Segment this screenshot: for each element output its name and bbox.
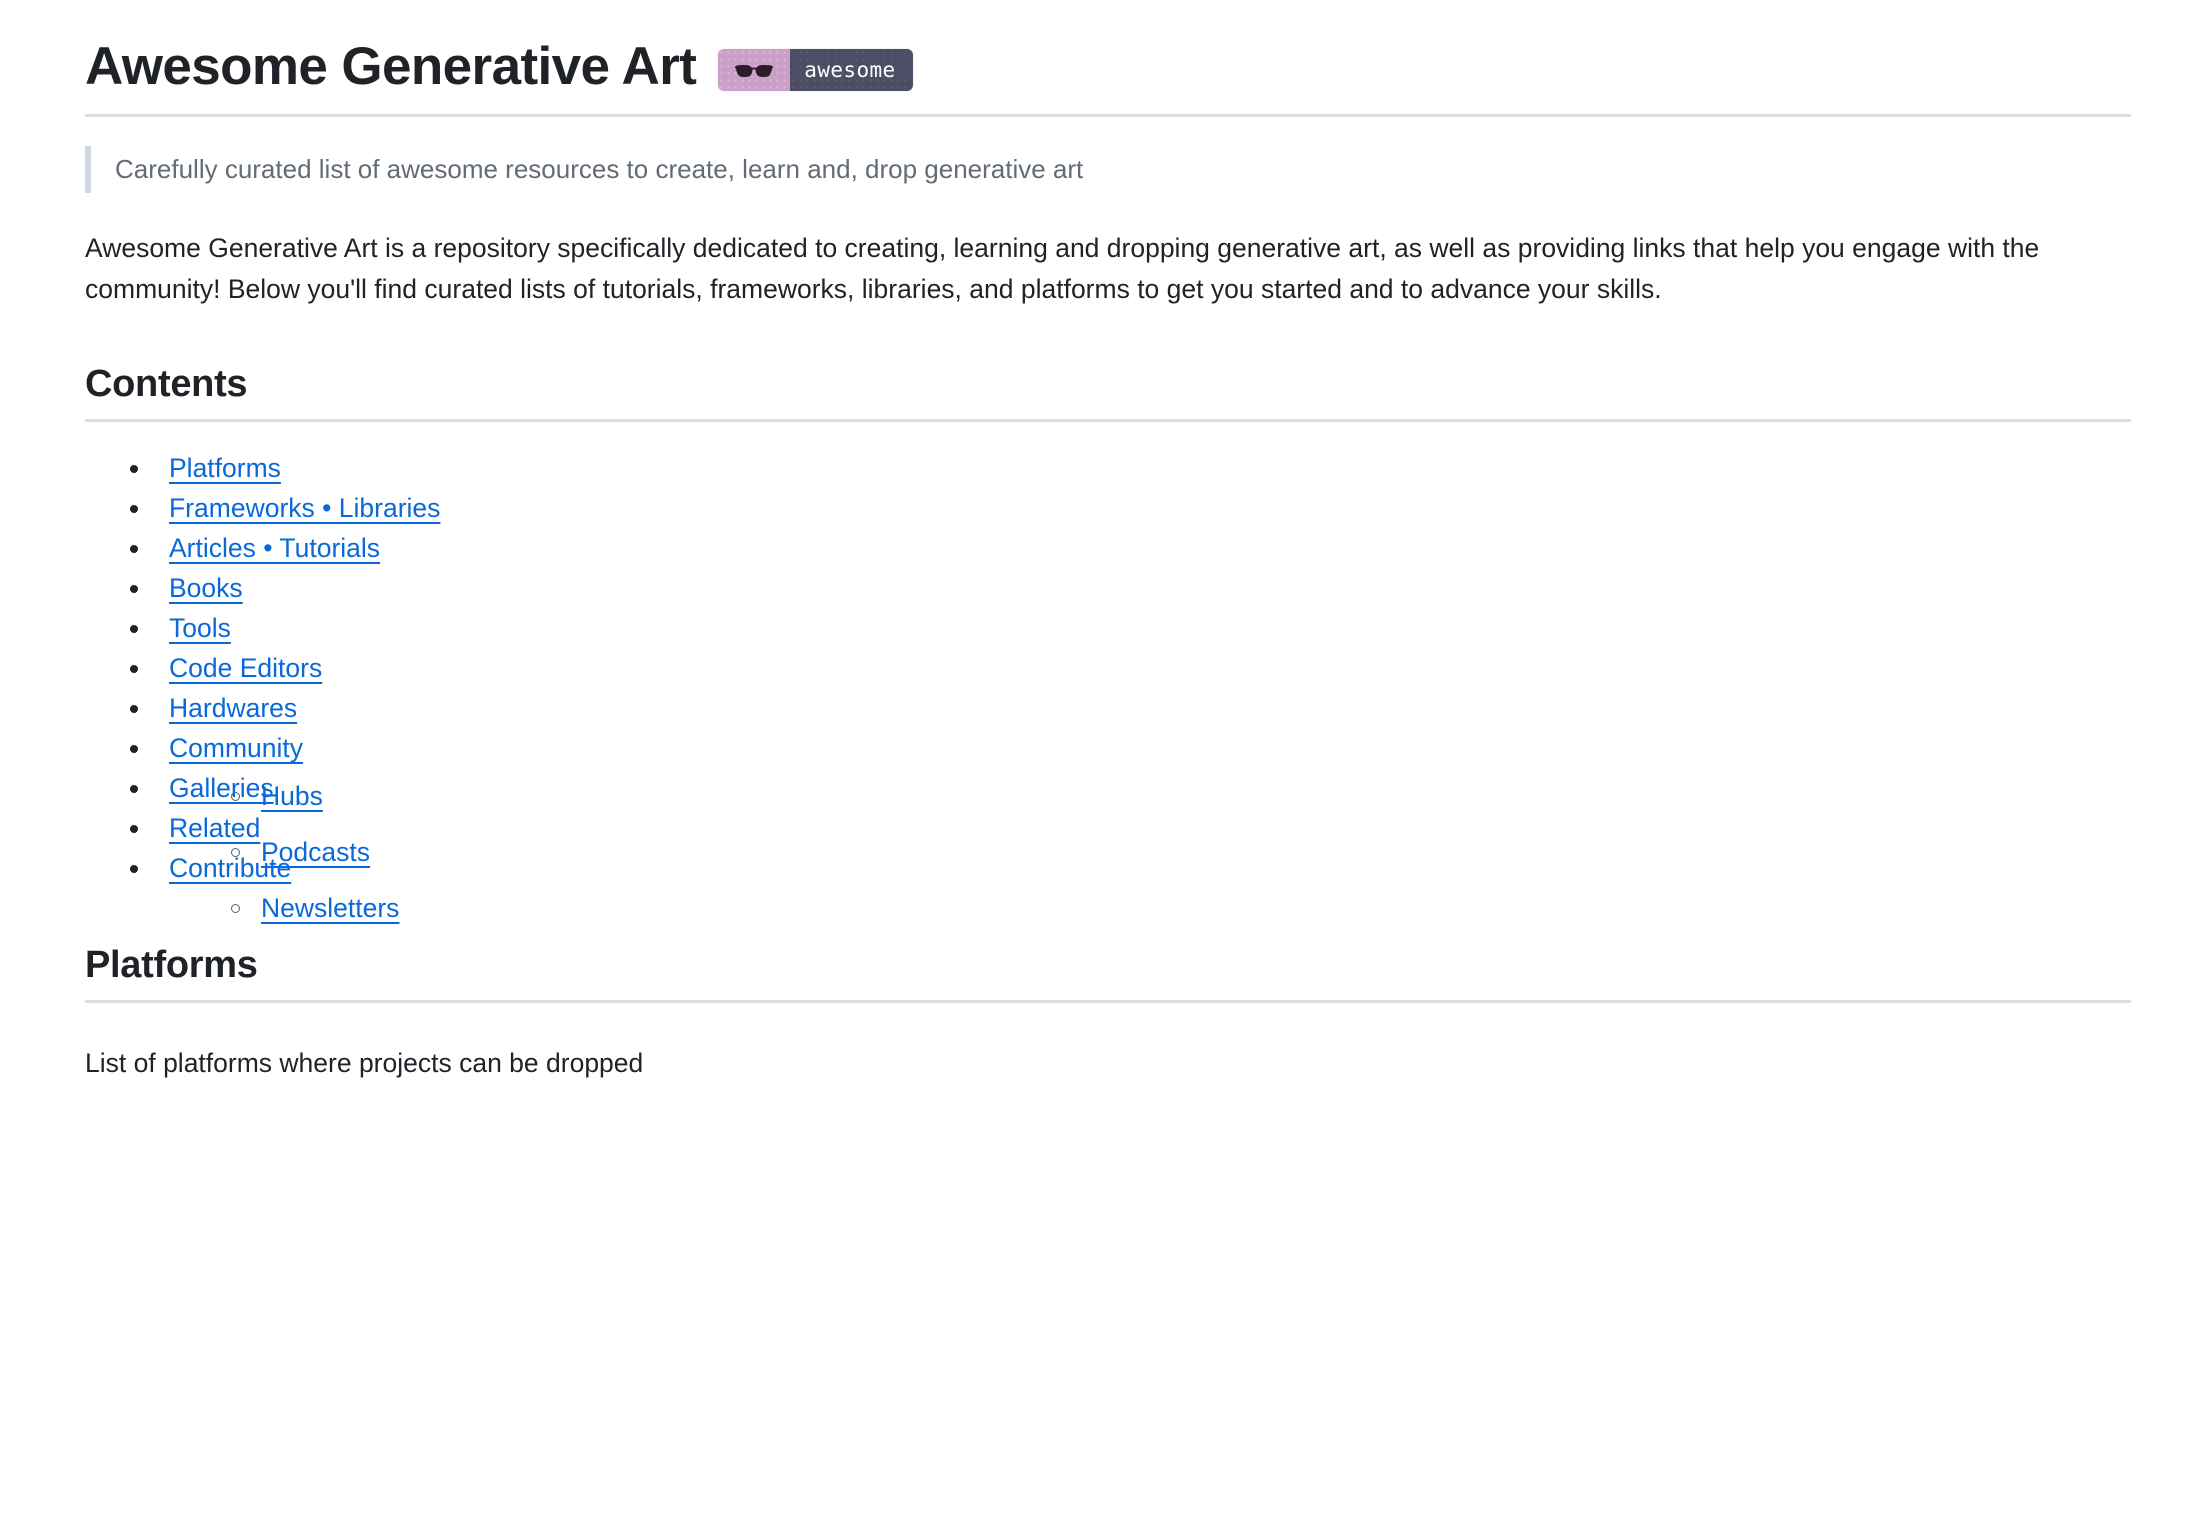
sunglasses-icon	[735, 65, 774, 78]
list-item[interactable]: Platforms	[130, 448, 2132, 488]
list-item[interactable]: Related	[130, 808, 2132, 848]
toc-link-books[interactable]: Books	[169, 573, 243, 603]
list-item[interactable]: Community Hubs Podcasts Newsletters	[130, 728, 2132, 923]
page-title: Awesome Generative Art	[85, 37, 697, 96]
platforms-divider	[85, 1000, 2131, 1004]
platforms-heading: Platforms	[85, 944, 258, 987]
awesome-badge-icon-area	[718, 49, 791, 92]
title-row: Awesome Generative Art awesome	[85, 34, 2132, 114]
contents-list: Platforms Frameworks • Libraries Article…	[85, 448, 2132, 923]
list-item[interactable]: Contribute	[130, 848, 2132, 888]
toc-link-contribute[interactable]: Contribute	[169, 853, 291, 883]
awesome-badge-label: awesome	[804, 57, 896, 82]
awesome-badge[interactable]: awesome	[718, 49, 913, 92]
readme-page: Awesome Generative Art awesome Carefully…	[0, 0, 2192, 1084]
toc-link-related[interactable]: Related	[169, 813, 260, 843]
toc-link-newsletters[interactable]: Newsletters	[261, 893, 399, 923]
list-item[interactable]: Newsletters	[231, 880, 2132, 936]
intro-paragraph: Awesome Generative Art is a repository s…	[85, 232, 2040, 305]
awesome-badge-label-area: awesome	[790, 49, 913, 92]
toc-link-hardwares[interactable]: Hardwares	[169, 693, 297, 723]
contents-divider	[85, 419, 2131, 423]
toc-link-tools[interactable]: Tools	[169, 613, 231, 643]
list-item[interactable]: Articles • Tutorials	[130, 528, 2132, 568]
toc-link-platforms[interactable]: Platforms	[169, 453, 281, 483]
toc-community-row[interactable]: Community	[169, 728, 2132, 768]
title-divider	[85, 114, 2131, 118]
list-item[interactable]: Books	[130, 568, 2132, 608]
tagline-blockquote: Carefully curated list of awesome resour…	[85, 146, 2132, 193]
toc-link-code-editors[interactable]: Code Editors	[169, 653, 322, 683]
toc-link-articles-tutorials[interactable]: Articles • Tutorials	[169, 533, 380, 563]
list-item[interactable]: Galleries	[130, 768, 2132, 808]
list-item[interactable]: Hardwares	[130, 688, 2132, 728]
list-item[interactable]: Tools	[130, 608, 2132, 648]
toc-link-frameworks-libraries[interactable]: Frameworks • Libraries	[169, 493, 440, 523]
list-item[interactable]: Frameworks • Libraries	[130, 488, 2132, 528]
contents-heading: Contents	[85, 363, 248, 406]
toc-link-galleries[interactable]: Galleries	[169, 773, 274, 803]
platforms-description: List of platforms where projects can be …	[85, 1048, 644, 1079]
list-item[interactable]: Code Editors	[130, 648, 2132, 688]
toc-link-community[interactable]: Community	[169, 733, 303, 763]
